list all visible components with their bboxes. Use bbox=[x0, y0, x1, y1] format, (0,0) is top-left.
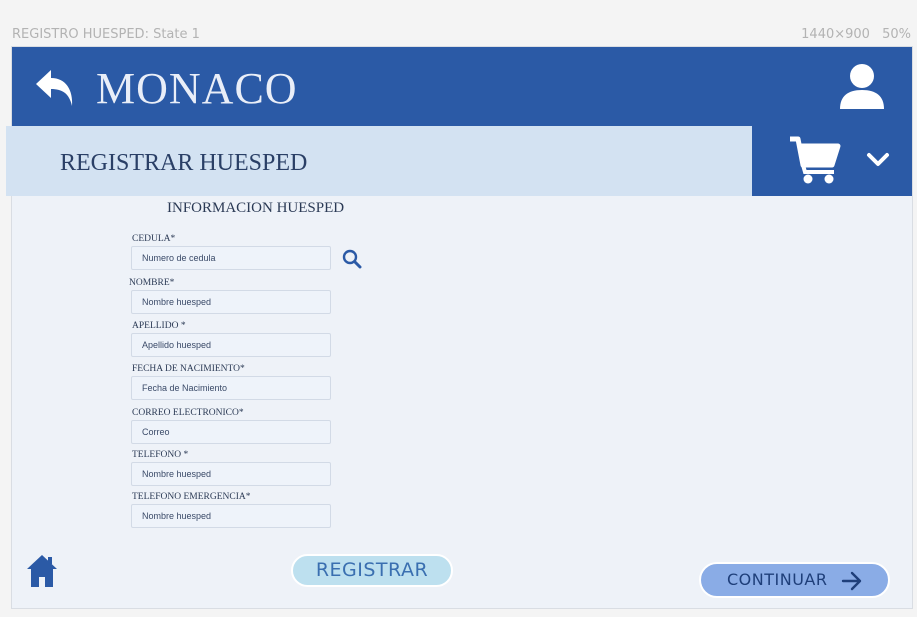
canvas-zoom: 50% bbox=[882, 27, 911, 42]
continue-label: CONTINUAR bbox=[727, 570, 828, 589]
telefono-emergencia-input[interactable] bbox=[131, 504, 331, 528]
chevron-down-icon[interactable] bbox=[866, 148, 890, 172]
continue-button[interactable]: CONTINUAR bbox=[699, 562, 890, 598]
register-button[interactable]: REGISTRAR bbox=[291, 554, 453, 587]
brand-title: MONACO bbox=[96, 64, 298, 113]
fecha-nacimiento-input[interactable] bbox=[131, 376, 331, 400]
search-icon[interactable] bbox=[342, 249, 362, 269]
cedula-label: CEDULA* bbox=[132, 234, 176, 244]
correo-label: CORREO ELECTRONICO* bbox=[132, 408, 244, 418]
top-header: MONACO bbox=[12, 47, 912, 126]
fecha-nacimiento-label: FECHA DE NACIMIENTO* bbox=[132, 364, 245, 374]
telefono-input[interactable] bbox=[131, 462, 331, 486]
page-title: REGISTRAR HUESPED bbox=[60, 150, 308, 176]
section-title: INFORMACION HUESPED bbox=[167, 200, 345, 216]
apellido-label: APELLIDO * bbox=[132, 321, 186, 331]
apellido-input[interactable] bbox=[131, 333, 331, 357]
cart-icon[interactable] bbox=[788, 135, 842, 185]
nombre-label: NOMBRE* bbox=[129, 278, 175, 288]
correo-input[interactable] bbox=[131, 420, 331, 444]
canvas-info: 1440×900 50% bbox=[801, 27, 911, 42]
nombre-input[interactable] bbox=[131, 290, 331, 314]
telefono-emergencia-label: TELEFONO EMERGENCIA* bbox=[132, 492, 251, 502]
subheader-bar: REGISTRAR HUESPED bbox=[6, 126, 752, 196]
arrow-right-icon bbox=[841, 571, 862, 591]
telefono-label: TELEFONO * bbox=[132, 450, 189, 460]
user-icon[interactable] bbox=[838, 63, 886, 111]
app-frame: MONACO REGISTRAR HUESPED INFORMACION HUE… bbox=[6, 46, 913, 609]
back-arrow-icon[interactable] bbox=[34, 66, 78, 110]
canvas-dimensions: 1440×900 bbox=[801, 27, 870, 42]
canvas-title: REGISTRO HUESPED: State 1 bbox=[12, 27, 200, 42]
cart-panel bbox=[752, 126, 912, 196]
cedula-input[interactable] bbox=[131, 246, 331, 270]
home-icon[interactable] bbox=[26, 554, 58, 588]
